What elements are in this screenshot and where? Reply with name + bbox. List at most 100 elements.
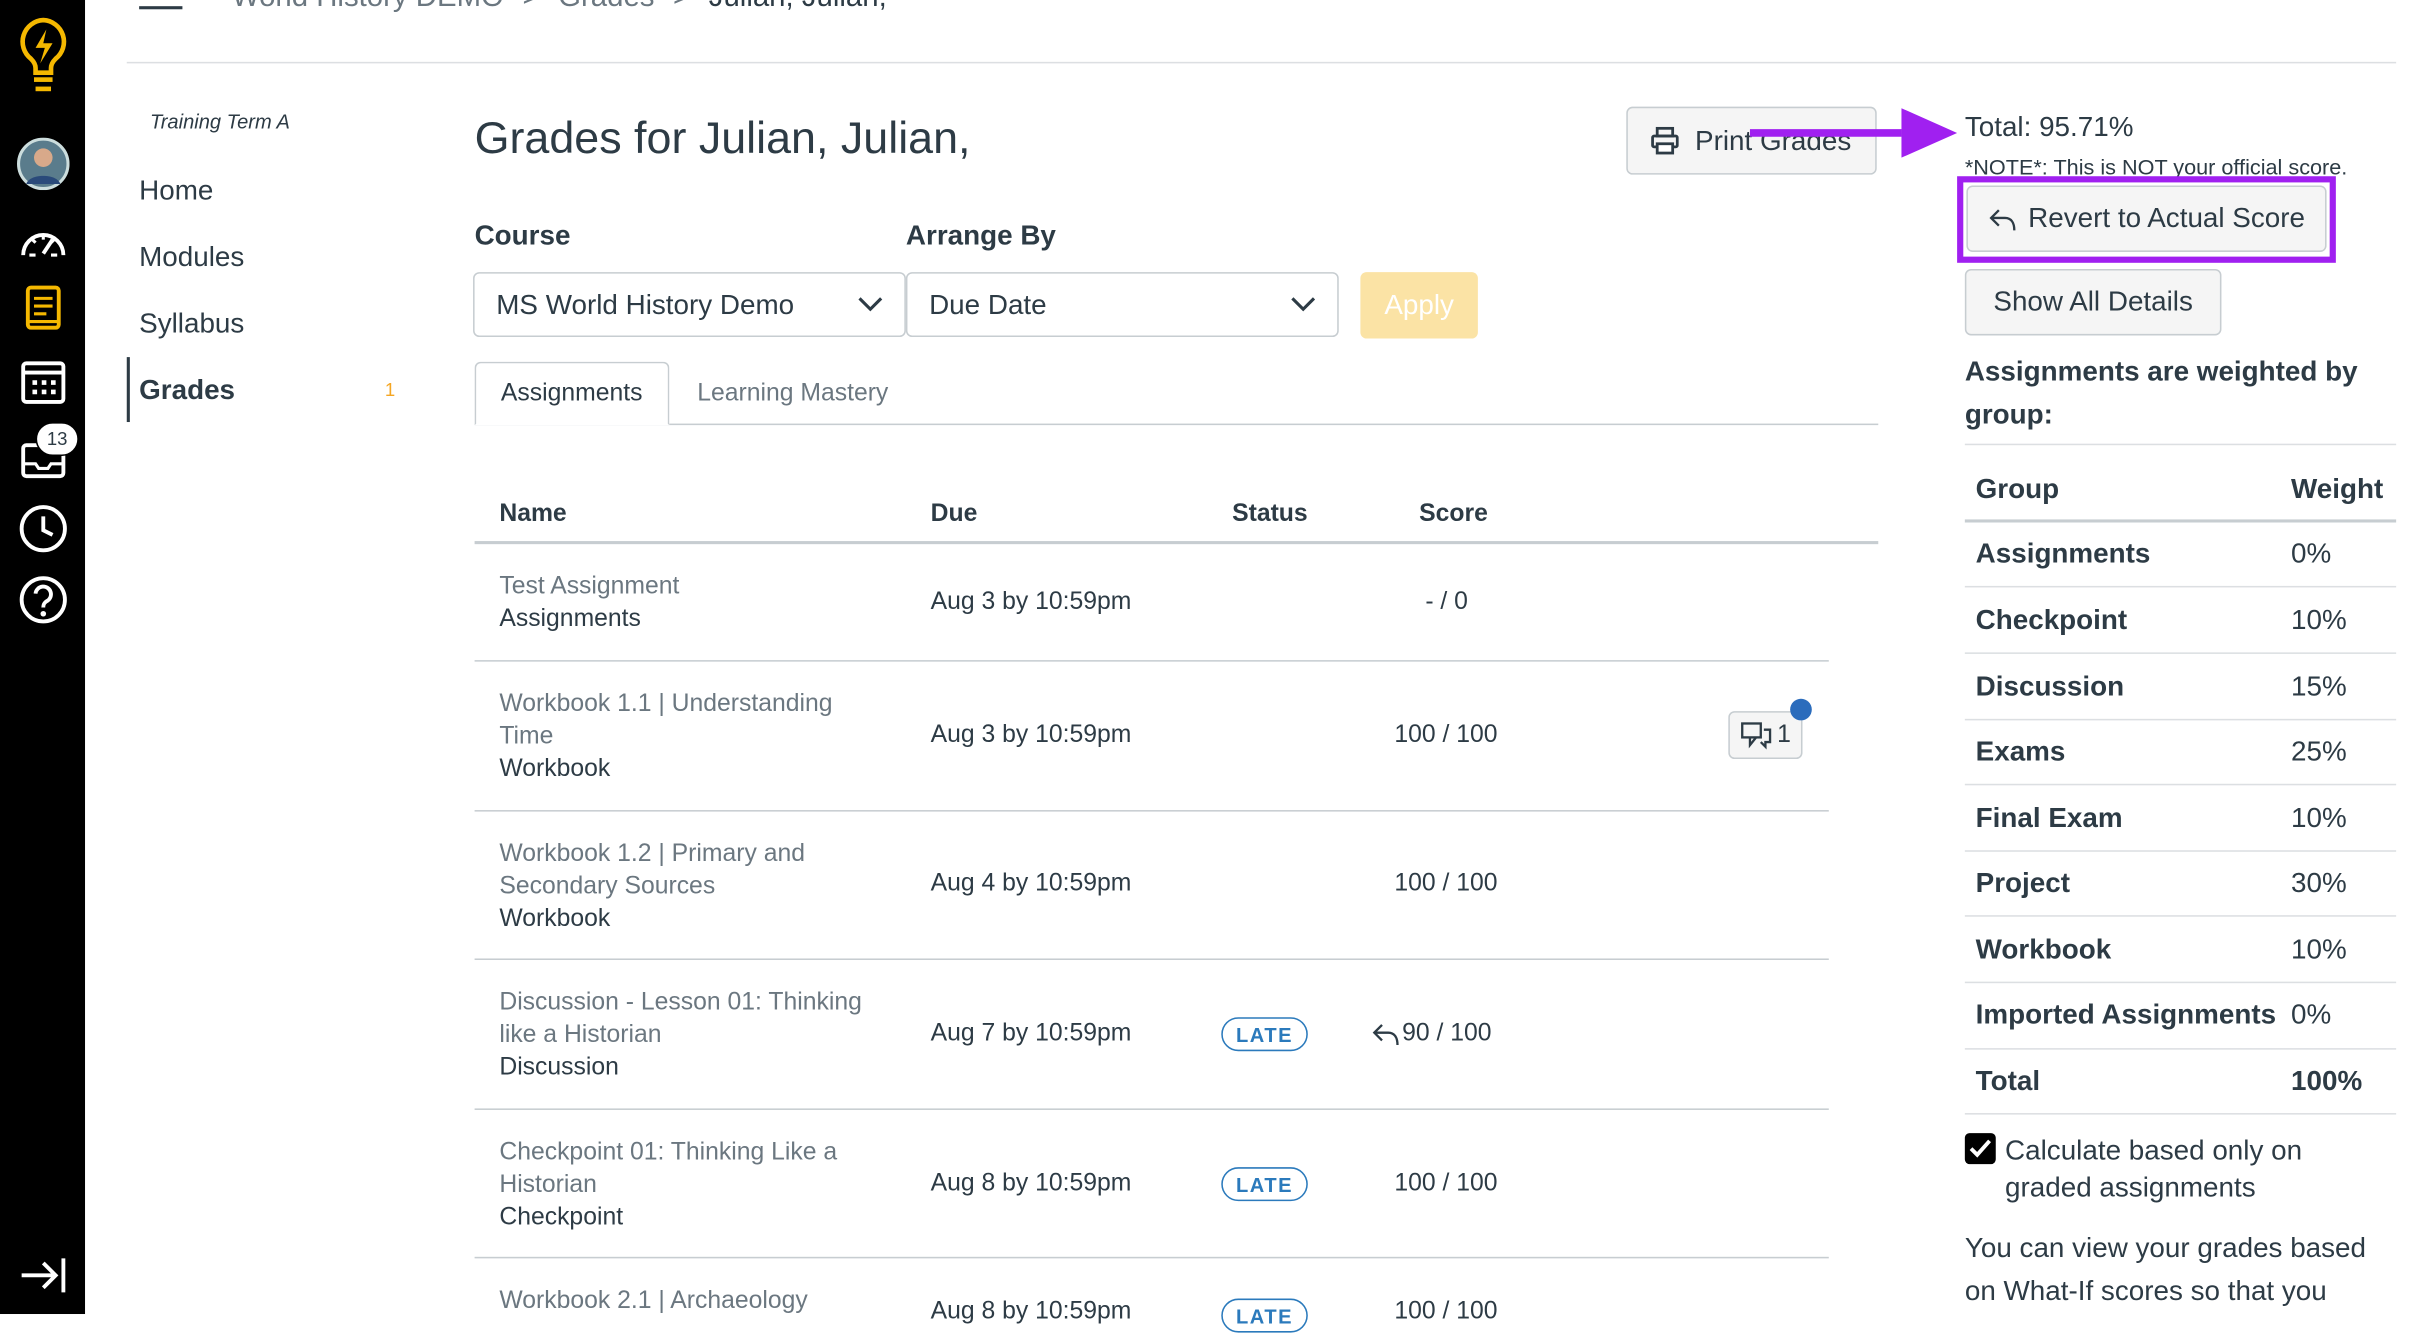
table-row: Workbook 1.2 | Primary and Secondary Sou…: [499, 838, 885, 935]
weight-value: 0%: [2291, 998, 2332, 1030]
column-header-due[interactable]: Due: [931, 501, 978, 529]
assignment-name[interactable]: Discussion - Lesson 01: Thinking like a …: [499, 986, 885, 1051]
weight-group: Workbook: [1975, 933, 2112, 965]
checkmark-icon: [1969, 1139, 1992, 1158]
column-header-score[interactable]: Score: [1419, 501, 1488, 529]
page-title: Grades for Julian, Julian,: [474, 114, 971, 164]
weight-group: Assignments: [1975, 537, 2151, 569]
arrange-by-select[interactable]: Due Date: [905, 272, 1339, 338]
weight-value: 10%: [2291, 604, 2347, 636]
assignment-name[interactable]: Workbook 1.1 | Understanding Time: [499, 688, 885, 753]
weights-header-group: Group: [1975, 473, 2060, 504]
weight-value: 25%: [2291, 735, 2347, 767]
collapse-nav-icon[interactable]: [0, 1255, 85, 1295]
calendar-icon[interactable]: [0, 359, 85, 405]
account-avatar[interactable]: [0, 137, 85, 191]
weights-divider: [1964, 519, 2397, 523]
row-divider: [474, 810, 1829, 812]
arrange-by-value: Due Date: [929, 288, 1047, 320]
calculate-graded-label[interactable]: Calculate based only on graded assignmen…: [2005, 1132, 2345, 1206]
row-divider: [474, 958, 1829, 961]
revert-score-icon[interactable]: [1371, 1020, 1402, 1056]
history-icon[interactable]: [0, 504, 85, 553]
course-nav-syllabus[interactable]: Syllabus: [139, 308, 244, 340]
row-divider: [474, 660, 1829, 662]
score[interactable]: - / 0: [1425, 589, 1468, 617]
course-select[interactable]: MS World History Demo: [473, 272, 906, 338]
help-icon[interactable]: [0, 575, 85, 624]
due-date: Aug 8 by 10:59pm: [930, 1298, 1132, 1325]
breadcrumb: World History DEMO > Grades > Julian, Ju…: [232, 0, 887, 15]
header-divider: [126, 61, 2397, 64]
breadcrumb-section[interactable]: Grades: [558, 0, 654, 15]
table-row: Test Assignment Assignments: [499, 570, 885, 635]
apply-button[interactable]: Apply: [1360, 272, 1478, 339]
weight-group: Checkpoint: [1975, 604, 2128, 636]
weight-group: Total: [1975, 1065, 2041, 1097]
score[interactable]: 100 / 100: [1394, 1299, 1497, 1327]
tab-divider: [474, 423, 1879, 426]
weights-divider: [1964, 718, 2397, 721]
row-divider: [474, 1256, 1829, 1259]
table-row: Workbook 1.1 | Understanding Time Workbo…: [499, 688, 885, 785]
table-header-divider: [474, 541, 1879, 545]
assignment-group: Checkpoint: [499, 1204, 624, 1231]
breadcrumb-course[interactable]: World History DEMO: [232, 0, 504, 15]
weight-value: 10%: [2291, 933, 2347, 965]
course-nav-home[interactable]: Home: [139, 175, 213, 207]
weighted-heading: Assignments are weighted by group:: [1964, 355, 2358, 430]
course-select-value: MS World History Demo: [496, 288, 795, 320]
late-badge: LATE: [1221, 1017, 1308, 1052]
chevron-down-icon: [858, 297, 883, 312]
assignment-group: Discussion: [499, 1054, 619, 1081]
score[interactable]: 100 / 100: [1394, 870, 1497, 898]
course-nav-modules[interactable]: Modules: [139, 241, 244, 273]
arrange-by-label: Arrange By: [905, 219, 1056, 251]
late-badge: LATE: [1221, 1298, 1308, 1333]
late-badge: LATE: [1221, 1167, 1308, 1202]
assignment-name[interactable]: Checkpoint 01: Thinking Like a Historian: [499, 1136, 885, 1201]
due-date: Aug 3 by 10:59pm: [930, 721, 1132, 749]
breadcrumb-separator: >: [673, 0, 690, 15]
whatif-description: You can view your grades based on What-I…: [1964, 1232, 2367, 1307]
comment-count: 1: [1777, 721, 1791, 748]
annotation-highlight-box: [1957, 176, 2336, 263]
weights-divider: [1964, 443, 2397, 446]
term-label: Training Term A: [149, 109, 290, 133]
calculate-graded-checkbox[interactable]: [1964, 1133, 1996, 1165]
tab-learning-mastery[interactable]: Learning Mastery: [672, 363, 913, 425]
weight-value: 10%: [2291, 802, 2347, 834]
weight-group: Exams: [1975, 735, 2066, 767]
dashboard-icon[interactable]: [0, 223, 85, 260]
column-header-status[interactable]: Status: [1232, 501, 1308, 529]
weight-value: 0%: [2291, 537, 2332, 569]
table-row: Checkpoint 01: Thinking Like a Historian…: [499, 1136, 885, 1233]
weights-divider: [1964, 915, 2397, 917]
printer-icon: [1651, 126, 1680, 155]
due-date: Aug 3 by 10:59pm: [930, 588, 1132, 616]
assignment-name[interactable]: Test Assignment: [499, 570, 885, 602]
assignment-name[interactable]: Workbook 2.1 | Archaeology: [499, 1285, 885, 1317]
score[interactable]: 100 / 100: [1394, 1170, 1497, 1198]
chevron-down-icon: [1291, 297, 1316, 312]
comments-button[interactable]: 1: [1728, 711, 1803, 760]
table-row: Discussion - Lesson 01: Thinking like a …: [499, 986, 885, 1083]
show-all-details-button[interactable]: Show All Details: [1964, 268, 2222, 336]
weight-group: Project: [1975, 867, 2071, 899]
course-label: Course: [474, 219, 571, 251]
breadcrumb-separator: >: [522, 0, 539, 15]
logo-icon[interactable]: [0, 15, 85, 95]
assignment-name[interactable]: Workbook 1.2 | Primary and Secondary Sou…: [499, 838, 885, 903]
courses-icon[interactable]: [0, 284, 85, 333]
weights-divider: [1964, 783, 2397, 786]
column-header-name[interactable]: Name: [499, 501, 566, 529]
course-nav-grades[interactable]: Grades: [139, 374, 235, 406]
score[interactable]: 90 / 100: [1402, 1020, 1491, 1048]
global-nav: 13: [0, 0, 86, 1315]
weight-group: Discussion: [1975, 670, 2125, 702]
grades-count: 1: [384, 378, 396, 401]
weights-divider: [1964, 850, 2397, 852]
hamburger-menu-icon[interactable]: [139, 0, 183, 19]
tab-assignments[interactable]: Assignments: [474, 361, 669, 426]
score[interactable]: 100 / 100: [1394, 722, 1497, 750]
